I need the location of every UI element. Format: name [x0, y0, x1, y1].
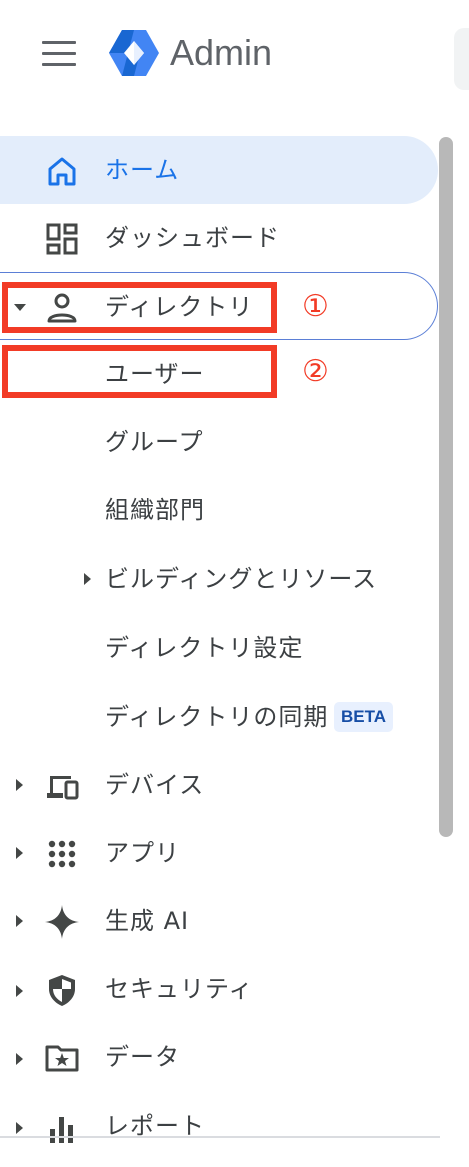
annotation-number-1: ① — [302, 289, 329, 324]
nav-item-generative-ai[interactable]: 生成 AI — [0, 887, 438, 955]
beta-badge: BETA — [334, 702, 394, 732]
nav-item-devices[interactable]: デバイス — [0, 751, 438, 819]
sparkle-icon — [45, 905, 79, 939]
devices-icon — [47, 776, 79, 800]
expand-arrow-icon[interactable] — [16, 847, 23, 859]
nav-item-label: ダッシュボード — [105, 224, 280, 252]
expand-arrow-icon[interactable] — [16, 1122, 23, 1134]
nav-item-security[interactable]: セキュリティ — [0, 955, 438, 1023]
nav-item-reports[interactable]: レポート — [0, 1092, 438, 1160]
nav-item-apps[interactable]: アプリ — [0, 819, 438, 887]
nav-subitem-buildings[interactable]: ビルディングとリソース — [0, 545, 438, 613]
home-icon — [48, 157, 76, 186]
admin-console-page: Admin ホーム ダッシュボード ディレクトリ ユーザー グループ 組織部門 … — [0, 0, 469, 1167]
expand-arrow-icon[interactable] — [16, 985, 23, 997]
expand-arrow-icon[interactable] — [16, 1053, 23, 1065]
hamburger-menu-icon[interactable] — [42, 41, 76, 67]
expand-arrow-icon[interactable] — [16, 779, 23, 791]
highlight-box-directory — [2, 282, 277, 333]
nav-subitem-org-units[interactable]: 組織部門 — [0, 476, 438, 544]
nav-item-label: データ — [105, 1043, 180, 1071]
nav-item-label: ホーム — [105, 156, 180, 184]
expand-arrow-icon[interactable] — [84, 573, 91, 585]
nav-item-label: ディレクトリの同期 — [105, 703, 329, 731]
nav-item-label: 生成 AI — [105, 907, 190, 935]
nav-item-label: ディレクトリ設定 — [105, 634, 304, 662]
search-bar-edge[interactable] — [454, 28, 469, 90]
nav-item-label: ビルディングとリソース — [105, 565, 378, 593]
header: Admin — [0, 0, 469, 110]
nav-item-dashboard[interactable]: ダッシュボード — [0, 204, 438, 272]
google-admin-logo-icon[interactable] — [108, 28, 160, 78]
nav-item-label: グループ — [105, 428, 204, 456]
nav-subitem-groups[interactable]: グループ — [0, 408, 438, 476]
nav-item-label: 組織部門 — [105, 496, 205, 524]
nav-subitem-directory-settings[interactable]: ディレクトリ設定 — [0, 614, 438, 682]
annotation-number-2: ② — [302, 354, 329, 389]
nav-item-label: セキュリティ — [105, 975, 254, 1003]
nav-item-label: アプリ — [105, 839, 180, 867]
app-title: Admin — [170, 32, 273, 73]
scrollbar-thumb[interactable] — [439, 137, 453, 837]
dashboard-icon — [46, 223, 78, 255]
nav-item-data[interactable]: データ — [0, 1023, 438, 1091]
folder-star-icon — [45, 1045, 79, 1072]
nav-item-label: デバイス — [105, 771, 205, 799]
highlight-box-users — [2, 345, 277, 398]
nav-subitem-directory-sync[interactable]: ディレクトリの同期 BETA — [0, 683, 438, 751]
apps-grid-icon — [48, 840, 76, 868]
nav-item-home[interactable]: ホーム — [0, 136, 438, 204]
shield-icon — [49, 975, 75, 1006]
expand-arrow-icon[interactable] — [16, 915, 23, 927]
bar-chart-icon — [50, 1117, 73, 1143]
bottom-divider — [0, 1136, 440, 1138]
